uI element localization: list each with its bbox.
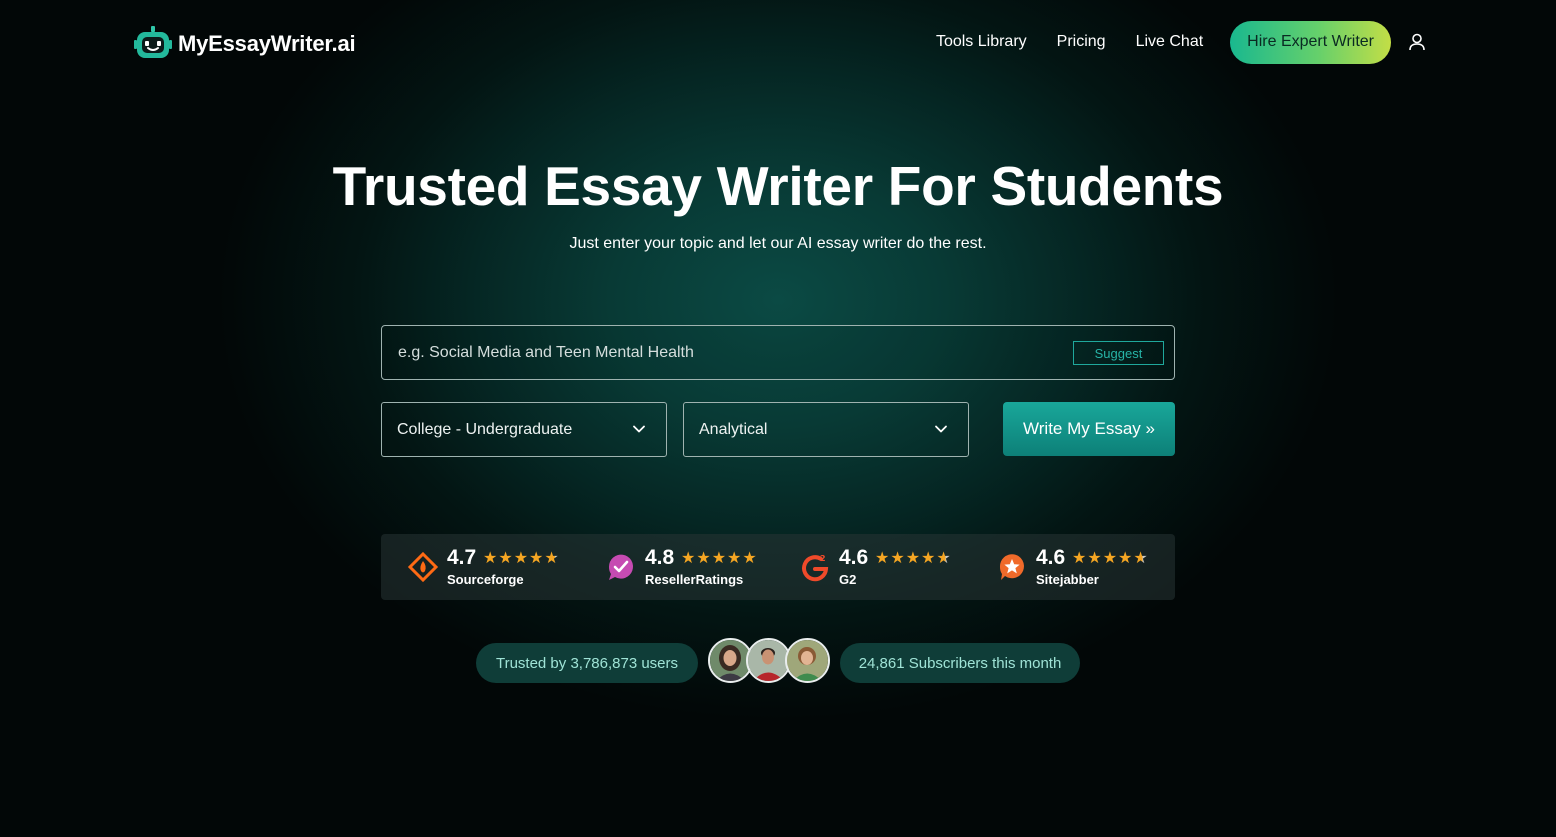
topic-field: Suggest bbox=[381, 325, 1175, 380]
rating-score: 4.7 bbox=[447, 546, 477, 569]
hire-expert-writer-button[interactable]: Hire Expert Writer bbox=[1230, 20, 1391, 64]
avatar bbox=[785, 638, 830, 683]
monthly-subscribers-badge: 24,861 Subscribers this month bbox=[840, 643, 1080, 683]
rating-source-name: ResellerRatings bbox=[645, 572, 744, 587]
resellerratings-icon bbox=[605, 552, 637, 582]
user-icon[interactable] bbox=[1408, 32, 1426, 52]
rating-resellerratings[interactable]: 4.8 ★★★★★ ResellerRatings bbox=[605, 534, 775, 600]
trusted-users-badge: Trusted by 3,786,873 users bbox=[476, 643, 698, 683]
nav-tools-library[interactable]: Tools Library bbox=[936, 33, 1027, 51]
rating-source-name: G2 bbox=[839, 572, 857, 587]
ratings-bar: 4.7 ★★★★★ Sourceforge 4.8 ★★★★★ Reseller… bbox=[381, 534, 1175, 600]
rating-score: 4.6 bbox=[839, 546, 869, 569]
rating-score: 4.6 bbox=[1036, 546, 1066, 569]
star-rating-icon: ★★★★★ bbox=[681, 550, 758, 567]
hero-subtitle: Just enter your topic and let our AI ess… bbox=[569, 235, 987, 252]
sourceforge-icon bbox=[407, 551, 439, 583]
essay-type-select[interactable]: Analytical bbox=[683, 402, 969, 457]
star-rating-icon: ★★★★★ bbox=[1072, 550, 1149, 567]
user-avatars bbox=[708, 638, 832, 684]
nav-pricing[interactable]: Pricing bbox=[1057, 33, 1106, 51]
nav-live-chat[interactable]: Live Chat bbox=[1136, 33, 1204, 51]
top-nav: MyEssayWriter.ai Tools Library Pricing L… bbox=[0, 0, 1556, 86]
star-rating-icon: ★★★★★ bbox=[875, 550, 952, 567]
nav-links: Tools Library Pricing Live Chat Hire Exp… bbox=[906, 20, 1426, 64]
site-logo[interactable]: MyEssayWriter.ai bbox=[134, 24, 356, 64]
write-my-essay-button[interactable]: Write My Essay » bbox=[1003, 402, 1175, 456]
essay-type-value: Analytical bbox=[699, 420, 768, 438]
star-rating-icon: ★★★★★ bbox=[483, 550, 560, 567]
rating-source-name: Sitejabber bbox=[1036, 572, 1099, 587]
academic-level-value: College - Undergraduate bbox=[397, 420, 573, 438]
logo-text: MyEssayWriter.ai bbox=[178, 31, 356, 56]
svg-text:2: 2 bbox=[820, 554, 826, 563]
g2-icon: 2 bbox=[799, 552, 831, 582]
academic-level-select[interactable]: College - Undergraduate bbox=[381, 402, 667, 457]
rating-sourceforge[interactable]: 4.7 ★★★★★ Sourceforge bbox=[407, 534, 577, 600]
robot-logo-icon bbox=[134, 25, 172, 63]
rating-source-name: Sourceforge bbox=[447, 572, 524, 587]
chevron-down-icon bbox=[934, 422, 948, 436]
chevron-down-icon bbox=[632, 422, 646, 436]
sitejabber-icon bbox=[996, 552, 1028, 582]
rating-sitejabber[interactable]: 4.6 ★★★★★ Sitejabber bbox=[996, 534, 1166, 600]
hero-title: Trusted Essay Writer For Students bbox=[332, 155, 1224, 217]
topic-input[interactable] bbox=[398, 326, 1038, 379]
rating-score: 4.8 bbox=[645, 546, 675, 569]
suggest-button[interactable]: Suggest bbox=[1073, 341, 1164, 365]
rating-g2[interactable]: 2 4.6 ★★★★★ G2 bbox=[799, 534, 969, 600]
